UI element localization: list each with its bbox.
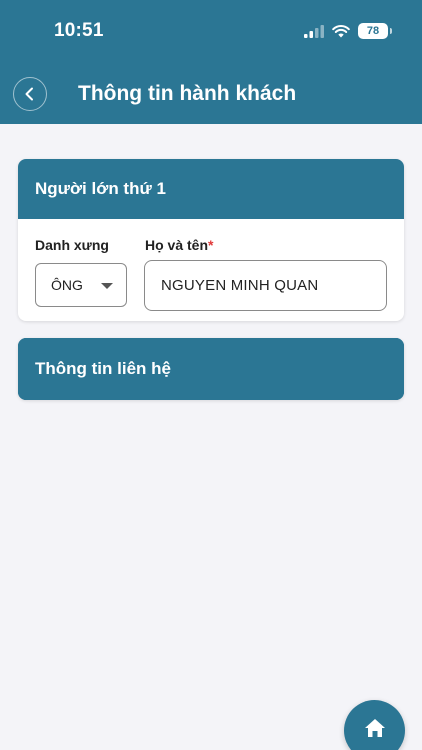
status-time: 10:51 [54,20,104,41]
wifi-icon [332,24,350,37]
title-label: Danh xưng [35,237,109,253]
nav-row: Thông tin hành khách [0,74,422,114]
full-name-label: Họ và tên* [145,237,213,253]
battery-icon: 78 [358,23,392,39]
title-select-value: ÔNG [51,277,83,293]
full-name-label-text: Họ và tên [145,237,209,253]
home-icon [364,719,385,737]
app-header: 10:51 78 Thông tin hành khách [0,0,422,124]
dropdown-caret-icon [101,283,113,289]
back-button[interactable] [13,77,47,111]
full-name-value: NGUYEN MINH QUAN [161,277,319,294]
status-bar: 10:51 78 [0,0,422,62]
page-title: Thông tin hành khách [78,82,297,105]
contact-info-card[interactable]: Thông tin liên hệ [18,338,404,400]
status-icons: 78 [304,23,392,39]
required-mark: * [208,237,214,253]
adult-card-heading[interactable]: Người lớn thứ 1 [18,159,404,219]
full-name-input[interactable]: NGUYEN MINH QUAN [144,260,387,311]
battery-level: 78 [366,25,380,37]
cellular-signal-icon [304,24,324,38]
home-button[interactable] [344,700,405,750]
adult-passenger-card: Người lớn thứ 1 Danh xưng Họ và tên* ÔNG… [18,159,404,321]
adult-card-title: Người lớn thứ 1 [35,179,166,198]
contact-card-title: Thông tin liên hệ [35,359,171,378]
title-select[interactable]: ÔNG [35,263,127,307]
passenger-info-screen: 10:51 78 Thông tin hành khách Người lớn … [0,0,422,750]
chevron-left-icon [25,87,33,101]
contact-card-heading: Thông tin liên hệ [18,338,404,400]
